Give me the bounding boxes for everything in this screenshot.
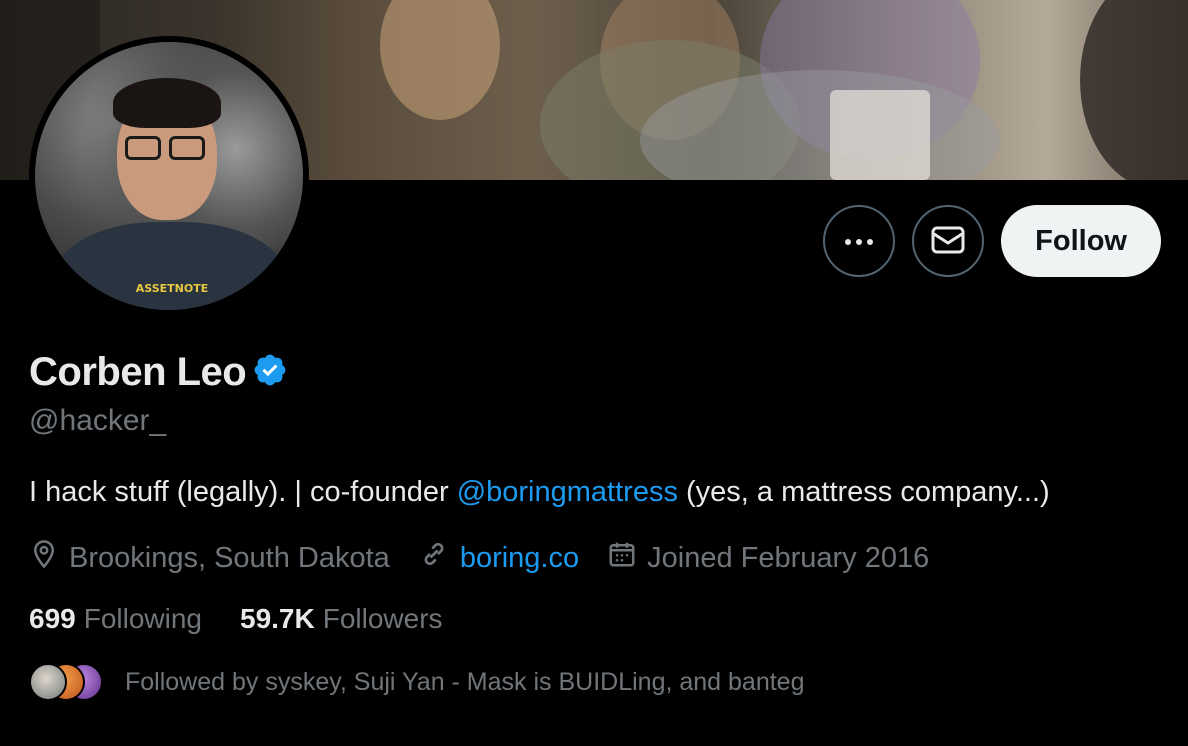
following-count: 699 <box>29 603 76 634</box>
location-pin-icon <box>29 538 59 578</box>
display-name: Corben Leo <box>29 350 247 394</box>
followed-by-avatars <box>29 663 107 701</box>
bio-text-prefix: I hack stuff (legally). | co-founder <box>29 476 457 508</box>
profile-actions: Follow <box>823 205 1161 277</box>
profile-meta: Brookings, South Dakota boring.co Joined… <box>29 538 957 578</box>
link-icon <box>418 538 450 578</box>
calendar-icon <box>607 539 637 577</box>
join-date-text: Joined February 2016 <box>647 541 930 574</box>
message-button[interactable] <box>912 205 985 277</box>
following-link[interactable]: 699 Following <box>29 603 202 635</box>
bio-mention-link[interactable]: @boringmattress <box>457 476 678 508</box>
join-date: Joined February 2016 <box>607 539 929 577</box>
following-label: Following <box>83 603 202 634</box>
follower-avatar <box>29 663 67 701</box>
envelope-icon <box>931 225 965 258</box>
verified-badge-icon[interactable] <box>252 352 288 393</box>
more-button[interactable] <box>823 205 896 277</box>
website-link[interactable]: boring.co <box>460 542 579 575</box>
user-handle: @hacker_ <box>29 404 167 437</box>
profile-avatar[interactable]: ASSETNOTE <box>29 36 309 316</box>
follow-stats: 699 Following 59.7K Followers <box>29 603 481 635</box>
followed-by-text: Followed by syskey, Suji Yan - Mask is B… <box>125 667 805 696</box>
follow-button[interactable]: Follow <box>1001 205 1161 277</box>
name-row: Corben Leo <box>29 350 288 395</box>
location-text: Brookings, South Dakota <box>69 541 390 574</box>
location: Brookings, South Dakota <box>29 538 390 578</box>
more-horizontal-icon <box>844 234 874 249</box>
website: boring.co <box>418 538 579 578</box>
followers-count: 59.7K <box>240 603 315 634</box>
followers-label: Followers <box>322 603 443 634</box>
bio-text-suffix: (yes, a mattress company...) <box>677 476 1050 508</box>
followers-link[interactable]: 59.7K Followers <box>240 603 443 635</box>
profile-bio: I hack stuff (legally). | co-founder @bo… <box>29 476 1050 509</box>
followed-by[interactable]: Followed by syskey, Suji Yan - Mask is B… <box>29 663 805 701</box>
